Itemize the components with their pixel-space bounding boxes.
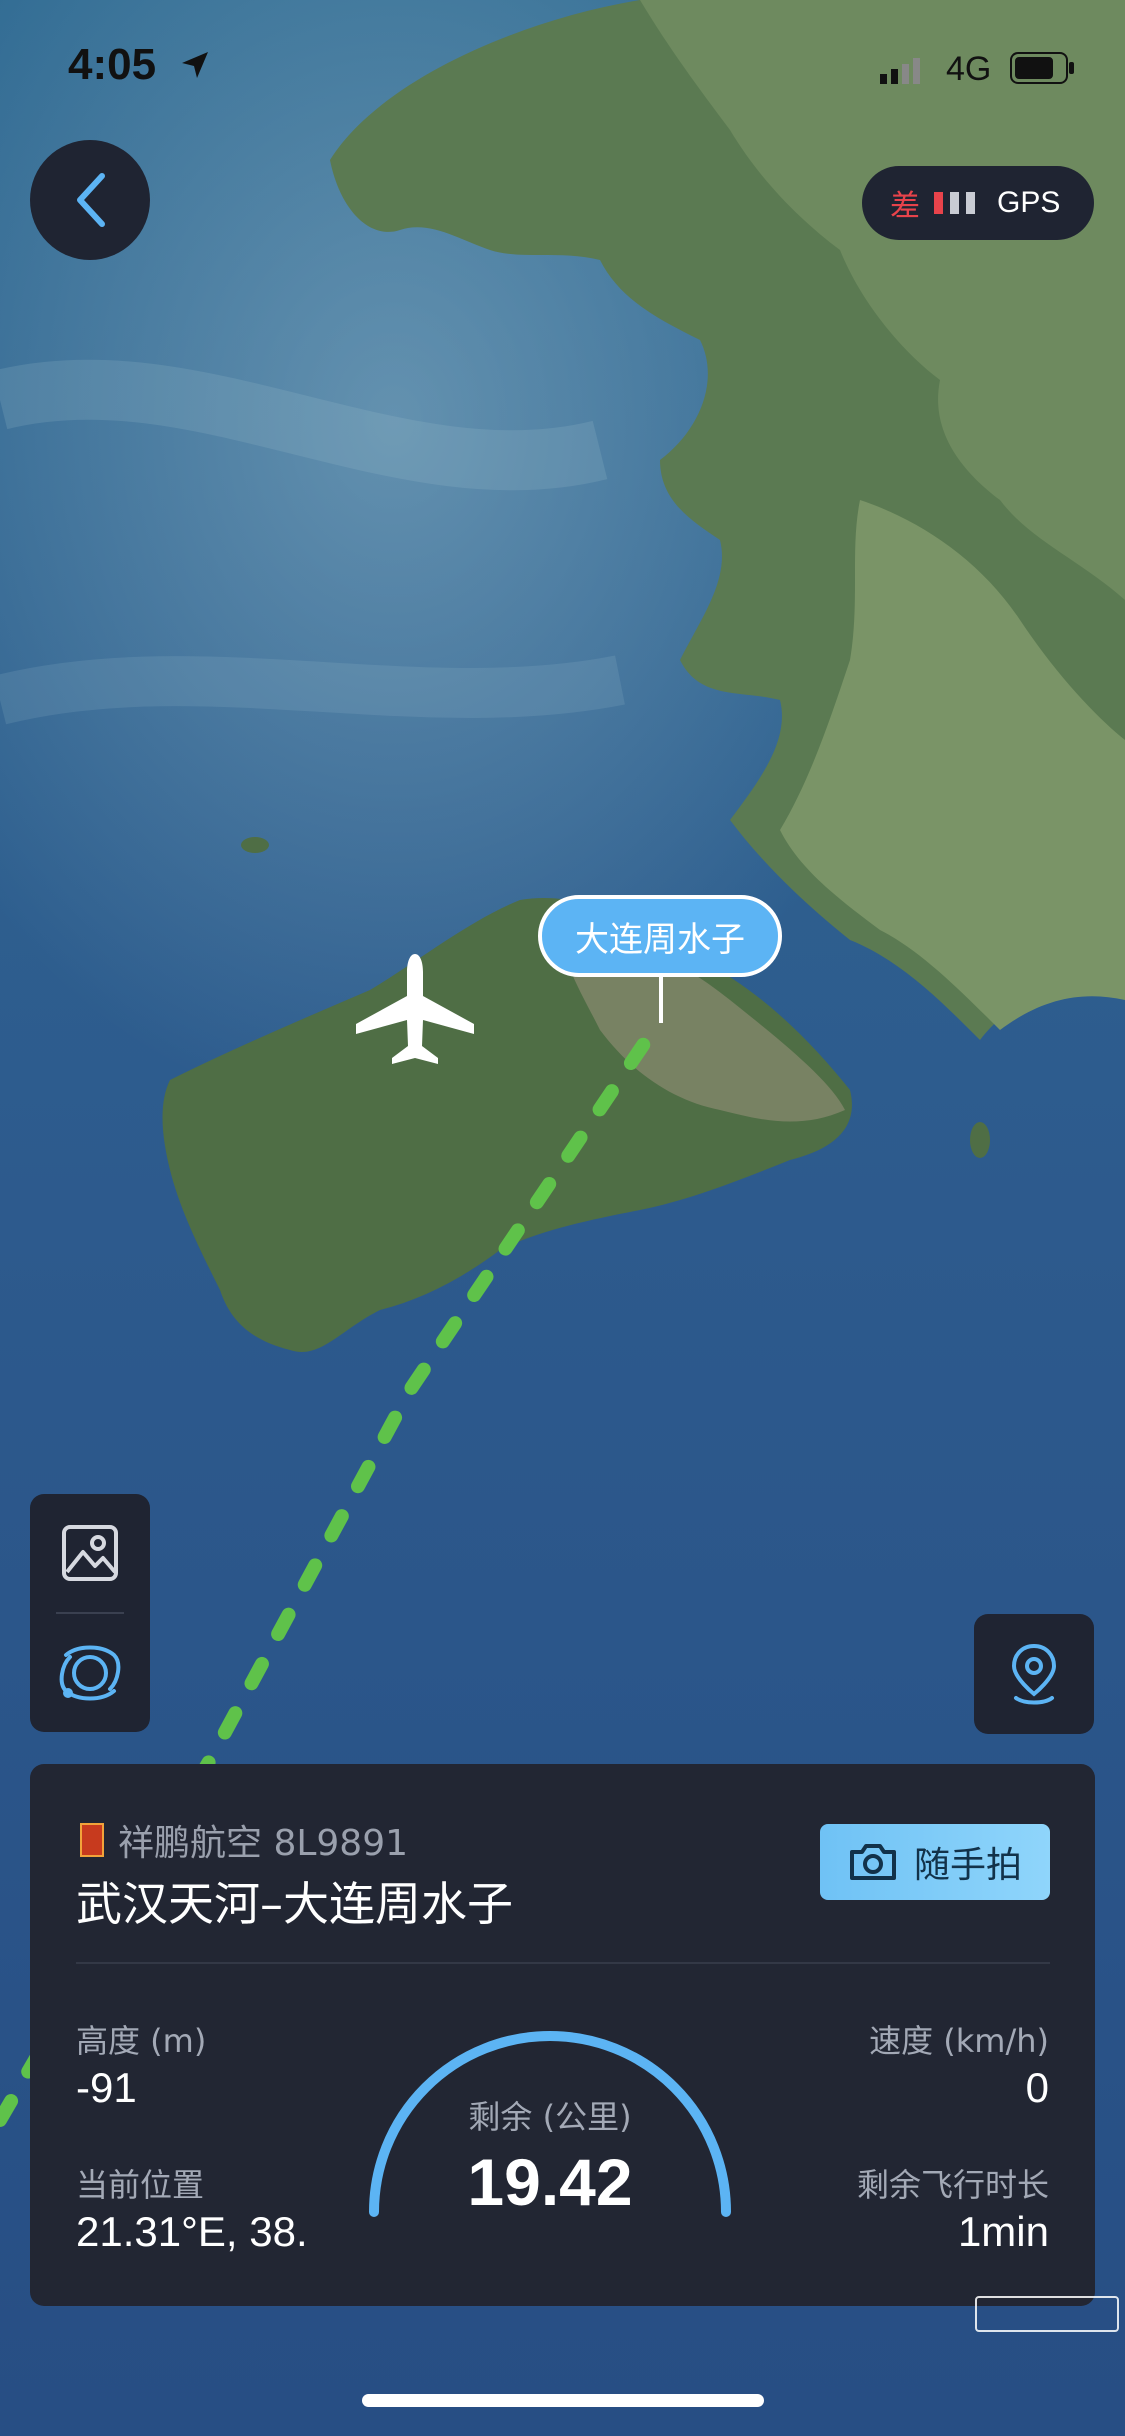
gps-signal-bar bbox=[966, 192, 975, 214]
back-button[interactable] bbox=[30, 140, 150, 260]
network-type: 4G bbox=[946, 50, 992, 88]
gps-label: GPS bbox=[997, 186, 1061, 219]
location-arrow-icon bbox=[182, 52, 208, 78]
home-indicator[interactable] bbox=[362, 2394, 764, 2407]
airplane-icon[interactable] bbox=[352, 950, 478, 1070]
route-title: 武汉天河–大连周水子 bbox=[76, 1877, 513, 1931]
time-left-label: 剩余飞行时长 bbox=[856, 2166, 1049, 2204]
position-value: 21.31°E, 38. bbox=[76, 2208, 308, 2255]
speed-label: 速度 (km/h) bbox=[869, 2022, 1049, 2060]
battery-icon bbox=[1010, 52, 1074, 84]
photo-gallery-button[interactable] bbox=[30, 1494, 150, 1612]
satellite-orbit-icon bbox=[59, 1645, 121, 1701]
map-tools bbox=[30, 1494, 150, 1732]
speed-value: 0 bbox=[1025, 2064, 1049, 2111]
position-label: 当前位置 bbox=[76, 2166, 205, 2204]
cellular-signal-icon bbox=[880, 58, 920, 84]
altitude-value: -91 bbox=[76, 2064, 137, 2111]
time-left-value: 1min bbox=[957, 2208, 1049, 2255]
panel-divider bbox=[76, 1962, 1050, 1964]
airline-logo bbox=[80, 1823, 104, 1857]
snap-photo-label: 随手拍 bbox=[913, 1845, 1022, 1886]
orbit-view-button[interactable] bbox=[30, 1614, 150, 1732]
locate-button[interactable] bbox=[974, 1614, 1094, 1734]
destination-marker-stem bbox=[659, 977, 663, 1023]
flight-info-panel: 祥鹏航空 8L9891 武汉天河–大连周水子 随手拍 高度 (m) -91 当前… bbox=[30, 1764, 1095, 2306]
remaining-distance-label: 剩余 (公里) bbox=[468, 2098, 632, 2136]
gps-signal-bar bbox=[950, 192, 959, 214]
image-icon bbox=[62, 1525, 118, 1581]
chevron-left-icon bbox=[77, 173, 105, 227]
gps-signal-bar bbox=[934, 192, 943, 214]
gps-status-pill: 差 GPS bbox=[862, 166, 1094, 240]
airline-flight-number: 祥鹏航空 8L9891 bbox=[118, 1823, 409, 1864]
altitude-label: 高度 (m) bbox=[76, 2022, 207, 2060]
destination-marker-label[interactable]: 大连周水子 bbox=[538, 895, 782, 977]
location-pin-icon bbox=[1011, 1643, 1057, 1705]
status-bar: 4:05 4G bbox=[0, 0, 1125, 140]
airline-row: 祥鹏航空 8L9891 bbox=[80, 1814, 408, 1866]
map-provider-logo bbox=[975, 2296, 1119, 2332]
gps-quality-text: 差 bbox=[890, 189, 920, 224]
gps-signal-bars bbox=[934, 192, 975, 214]
snap-photo-button[interactable]: 随手拍 bbox=[820, 1824, 1050, 1900]
camera-icon bbox=[849, 1844, 896, 1880]
clock-time: 4:05 bbox=[68, 40, 157, 89]
remaining-distance-value: 19.42 bbox=[467, 2145, 633, 2219]
